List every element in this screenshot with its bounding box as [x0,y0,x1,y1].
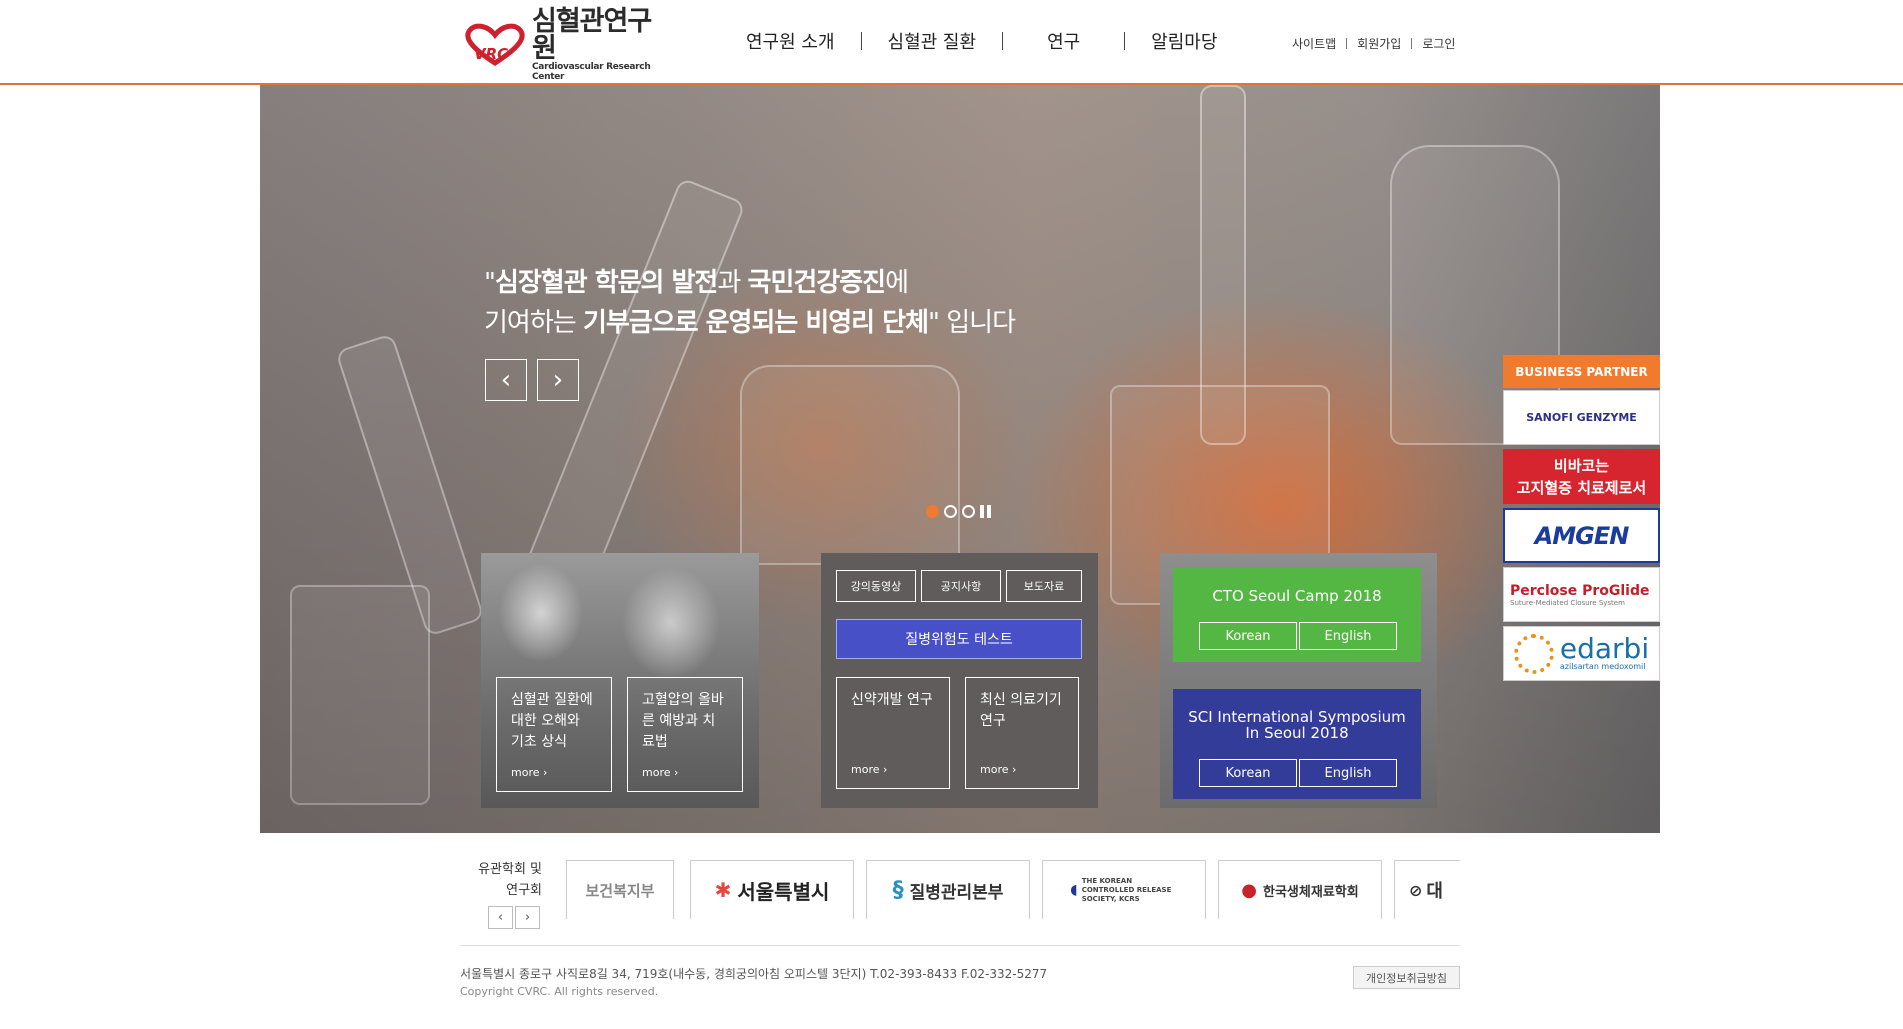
society-partial[interactable]: ⊘ 대 [1394,860,1460,919]
site-logo[interactable]: VRC 심혈관연구원 Cardiovascular Research Cente… [460,8,660,82]
medical-device-text: 최신 의료기기 연구 [980,692,1062,729]
new-drug-card[interactable]: 신약개발 연구 more › [836,677,950,789]
hero-prev-button[interactable]: ‹ [485,359,527,401]
event-panel: CTO Seoul Camp 2018 Korean English SCI I… [1160,553,1437,808]
logo-english-name: Cardiovascular Research Center [532,62,651,82]
nav-notice[interactable]: 알림마당 [1125,28,1243,54]
footer-divider [460,945,1460,946]
business-partner-sidebar: BUSINESS PARTNER SANOFI GENZYME 비바코는 고지혈… [1503,355,1660,681]
login-link[interactable]: 로그인 [1412,35,1465,52]
sci-symposium-card: SCI International Symposium In Seoul 201… [1173,689,1421,799]
related-societies: 유관학회 및 연구회 ‹ › 보건복지부 ✱ 서울특별시 § 질병관리본부 ◖ THE… [460,857,1460,937]
sitemap-link[interactable]: 사이트맵 [1282,35,1346,52]
sci-english-button[interactable]: English [1299,759,1397,787]
nav-about[interactable]: 연구원 소개 [720,28,861,54]
hero-next-button[interactable]: › [537,359,579,401]
nav-research[interactable]: 연구 [1003,28,1124,54]
society-biomaterials[interactable]: ● 한국생체재료학회 [1218,860,1382,919]
sci-title-line1: SCI International Symposium [1188,708,1406,726]
cto-korean-button[interactable]: Korean [1199,622,1297,650]
slide-dot-1[interactable] [926,505,939,518]
cto-english-button[interactable]: English [1299,622,1397,650]
logo-korean-name: 심혈관연구원 [532,6,652,64]
board-panel: 강의동영상 공지사항 보도자료 질병위험도 테스트 신약개발 연구 more ›… [821,553,1098,808]
seoul-logo-icon: ✱ [714,878,732,902]
svg-text:VRC: VRC [474,45,508,63]
kcdc-logo-icon: § [892,877,904,903]
partner-amgen[interactable]: AMGEN [1503,508,1660,563]
biomaterials-logo-icon: ● [1241,879,1258,901]
society-kcrs[interactable]: ◖ THE KOREAN CONTROLLED RELEASE SOCIETY, … [1042,860,1206,919]
page: VRC 심혈관연구원 Cardiovascular Research Cente… [0,0,1903,1029]
slide-dot-2[interactable] [944,505,957,518]
society-mohw[interactable]: 보건복지부 [566,860,674,919]
misconception-card[interactable]: 심혈관 질환에 대한 오해와 기초 상식 more › [496,677,612,792]
kcrs-logo-icon: ◖ [1070,882,1078,898]
partner-perclose[interactable]: Perclose ProGlide Suture-Mediated Closur… [1503,567,1660,622]
risk-test-button[interactable]: 질병위험도 테스트 [836,619,1082,659]
related-societies-label: 유관학회 및 연구회 [478,862,542,898]
site-header: VRC 심혈관연구원 Cardiovascular Research Cente… [0,0,1903,85]
utility-links: 사이트맵 회원가입 로그인 [1282,35,1465,52]
signup-link[interactable]: 회원가입 [1347,35,1411,52]
hero-headline: "심장혈관 학문의 발전과 국민건강증진에 기여하는 기부금으로 운영되는 비영… [484,268,1016,338]
more-link[interactable]: more › [642,762,678,783]
privacy-policy-button[interactable]: 개인정보취급방침 [1353,966,1460,989]
hero-arrows: ‹ › [485,359,579,401]
sci-title-line2: In Seoul 2018 [1245,724,1349,742]
partner-sanofi[interactable]: SANOFI GENZYME [1503,390,1660,445]
pause-icon[interactable] [980,505,991,518]
society-kcdc[interactable]: § 질병관리본부 [866,860,1030,919]
related-societies-carousel: 보건복지부 ✱ 서울특별시 § 질병관리본부 ◖ THE KOREAN CONTROL… [566,857,1460,919]
partner-edarbi[interactable]: edarbi azilsartan medoxomil [1503,626,1660,681]
society-seoul-city[interactable]: ✱ 서울특별시 [690,860,854,919]
society-logo-icon: ⊘ [1409,880,1423,900]
partner-vivaco[interactable]: 비바코는 고지혈증 치료제로서 [1503,449,1660,504]
related-next-button[interactable]: › [515,906,540,929]
tab-press[interactable]: 보도자료 [1006,570,1082,602]
nav-diseases[interactable]: 심혈관 질환 [862,28,1003,54]
tab-lecture-videos[interactable]: 강의동영상 [836,570,916,602]
cto-camp-title: CTO Seoul Camp 2018 [1212,587,1382,605]
business-partner-heading: BUSINESS PARTNER [1503,355,1660,388]
more-link[interactable]: more › [511,762,547,783]
footer-copyright: Copyright CVRC. All rights reserved. [460,985,659,998]
footer-address: 서울특별시 종로구 사직로8길 34, 719호(내수동, 경희궁의아침 오피스… [460,967,1048,981]
cto-camp-card: CTO Seoul Camp 2018 Korean English [1173,568,1421,662]
slide-indicators [926,505,991,518]
more-link[interactable]: more › [980,759,1016,780]
hypertension-card[interactable]: 고혈압의 올바른 예방과 치료법 more › [627,677,743,792]
misconception-text: 심혈관 질환에 대한 오해와 기초 상식 [511,692,593,750]
edarbi-sun-icon [1513,633,1554,674]
cvrc-heart-logo-icon: VRC [460,23,530,67]
more-link[interactable]: more › [851,759,887,780]
related-prev-button[interactable]: ‹ [488,906,513,929]
tab-notices[interactable]: 공지사항 [921,570,1001,602]
slide-dot-3[interactable] [962,505,975,518]
related-societies-arrows: ‹ › [488,906,540,929]
main-nav: 연구원 소개 심혈관 질환 연구 알림마당 [720,28,1243,54]
disease-info-panel: 심혈관 질환에 대한 오해와 기초 상식 more › 고혈압의 올바른 예방과… [481,553,759,808]
medical-device-card[interactable]: 최신 의료기기 연구 more › [965,677,1079,789]
sci-korean-button[interactable]: Korean [1199,759,1297,787]
hypertension-text: 고혈압의 올바른 예방과 치료법 [642,692,724,750]
new-drug-text: 신약개발 연구 [851,692,933,708]
